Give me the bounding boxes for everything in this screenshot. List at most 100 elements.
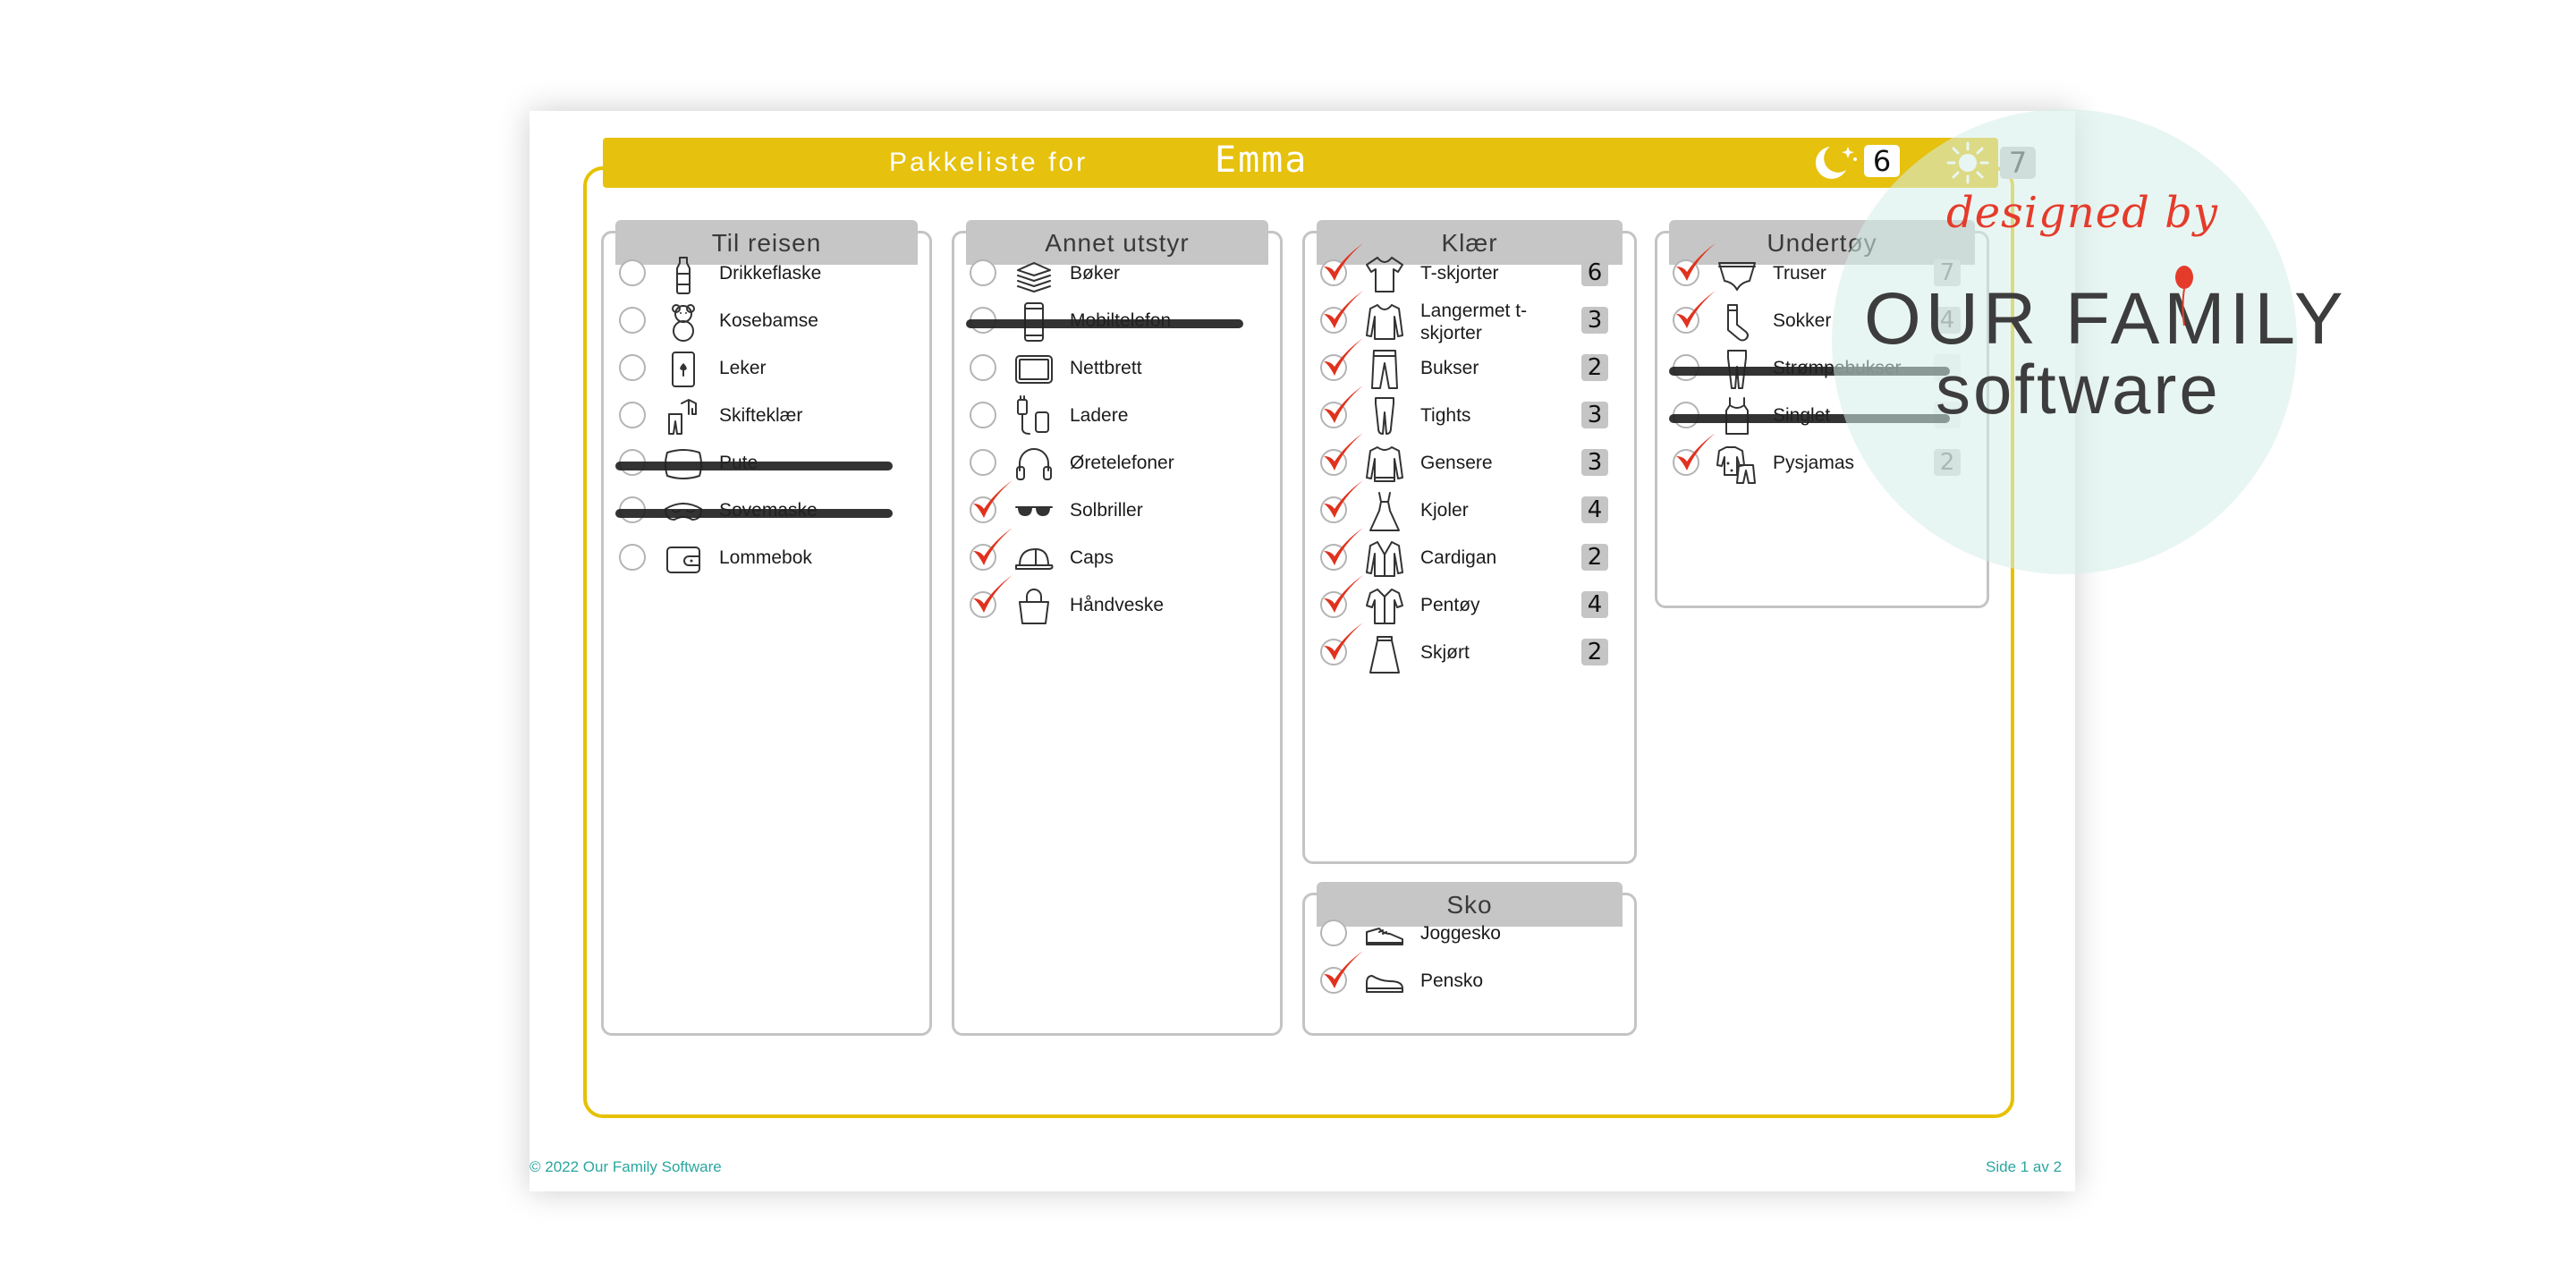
tablet-icon bbox=[1015, 355, 1053, 384]
dress-shoe-icon bbox=[1366, 975, 1403, 993]
checkmark-icon bbox=[1676, 433, 1716, 470]
strikethrough-mark bbox=[615, 462, 893, 470]
item-checkbox[interactable] bbox=[1320, 919, 1347, 946]
item-label: Bukser bbox=[1420, 358, 1479, 378]
list-item[interactable]: Bøker bbox=[962, 252, 1272, 297]
bottle-icon bbox=[676, 257, 691, 294]
long-sleeve-icon bbox=[1366, 304, 1403, 340]
item-label: Leker bbox=[719, 358, 767, 378]
wallet-icon bbox=[666, 547, 700, 573]
quantity-box[interactable]: 2 bbox=[1581, 639, 1608, 665]
item-label: Solbriller bbox=[1070, 500, 1143, 521]
dress-icon bbox=[1369, 492, 1400, 531]
quantity-box[interactable]: 4 bbox=[1581, 496, 1608, 523]
item-label: Joggesko bbox=[1420, 923, 1501, 944]
item-label: Caps bbox=[1070, 547, 1114, 568]
brand-name-line1: OUR FAMILY bbox=[1864, 278, 2348, 360]
banner-title: Pakkeliste for bbox=[889, 148, 1089, 177]
item-checkbox[interactable] bbox=[970, 354, 996, 381]
quantity-box[interactable]: 3 bbox=[1581, 449, 1608, 476]
books-icon bbox=[1017, 262, 1051, 292]
item-label: Pentøy bbox=[1420, 595, 1480, 615]
checkmark-icon bbox=[1324, 575, 1363, 613]
item-label: Håndveske bbox=[1070, 595, 1165, 615]
checkmark-icon bbox=[1324, 480, 1363, 518]
pants-icon bbox=[1371, 350, 1398, 389]
checkmark-icon bbox=[1324, 386, 1363, 423]
quantity-box[interactable]: 2 bbox=[1581, 544, 1608, 571]
designed-by-text: designed by bbox=[1946, 188, 2218, 238]
item-checkbox[interactable] bbox=[970, 259, 996, 286]
item-label: Skjørt bbox=[1420, 642, 1470, 663]
item-checkbox[interactable] bbox=[970, 402, 996, 428]
strikethrough-mark bbox=[966, 319, 1243, 328]
checkmark-icon bbox=[973, 575, 1013, 613]
item-label: Sokker bbox=[1773, 310, 1832, 331]
change-clothes-icon bbox=[668, 399, 697, 435]
list-item[interactable]: Sovemaske bbox=[612, 489, 921, 534]
item-label: Ladere bbox=[1070, 405, 1129, 426]
handbag-icon bbox=[1019, 589, 1049, 624]
item-label: Lommebok bbox=[719, 547, 812, 568]
item-label: Langermet t-skjorter bbox=[1420, 301, 1528, 343]
list-item[interactable]: Skifteklær bbox=[612, 394, 921, 439]
quantity-box[interactable]: 2 bbox=[1581, 354, 1608, 381]
page-number: Side 1 av 2 bbox=[1986, 1158, 2063, 1175]
skirt-icon bbox=[1369, 636, 1400, 674]
checkmark-icon bbox=[1676, 243, 1716, 281]
item-label: Skifteklær bbox=[719, 405, 803, 426]
item-checkbox[interactable] bbox=[619, 402, 646, 428]
item-checkbox[interactable] bbox=[619, 259, 646, 286]
list-item[interactable]: Leker bbox=[612, 347, 921, 392]
item-label: Pensko bbox=[1420, 970, 1484, 991]
item-label: Drikkeflaske bbox=[719, 263, 822, 284]
quantity-box[interactable]: 3 bbox=[1581, 402, 1608, 428]
item-label: Øretelefoner bbox=[1070, 453, 1174, 473]
item-checkbox[interactable] bbox=[619, 354, 646, 381]
quantity-box[interactable]: 3 bbox=[1581, 307, 1608, 334]
cardigan-icon bbox=[1366, 541, 1403, 577]
brand-name-line2: software bbox=[1936, 350, 2221, 428]
checkmark-icon bbox=[1324, 951, 1363, 988]
tshirt-icon bbox=[1366, 257, 1403, 292]
list-item[interactable]: Mobiltelefon bbox=[962, 300, 1272, 344]
item-checkbox[interactable] bbox=[619, 307, 646, 334]
checkmark-icon bbox=[1324, 243, 1363, 281]
list-item[interactable]: Pute bbox=[612, 442, 921, 487]
underpants-icon bbox=[1718, 262, 1756, 291]
checkmark-icon bbox=[1324, 528, 1363, 565]
item-label: Gensere bbox=[1420, 453, 1493, 473]
shirt-icon bbox=[1366, 589, 1403, 624]
header-banner: Pakkeliste for Emma 6 7 bbox=[603, 138, 2036, 188]
list-item[interactable]: Skjørt 2 bbox=[1313, 623, 1626, 676]
list-item[interactable]: Ladere bbox=[962, 394, 1272, 439]
item-label: Tights bbox=[1420, 405, 1471, 426]
list-item[interactable]: Drikkeflaske bbox=[612, 252, 921, 297]
moon-stars-icon bbox=[1815, 147, 1857, 179]
quantity-box[interactable]: 6 bbox=[1581, 259, 1608, 286]
item-label: Truser bbox=[1773, 263, 1826, 284]
cap-icon bbox=[1015, 548, 1054, 570]
socks-icon bbox=[1727, 304, 1749, 342]
headphones-icon bbox=[1016, 448, 1052, 480]
list-item[interactable]: Lommebok bbox=[612, 537, 921, 581]
item-checkbox[interactable] bbox=[970, 449, 996, 476]
nights-count[interactable]: 6 bbox=[1864, 145, 1900, 177]
item-label: Bøker bbox=[1070, 263, 1121, 284]
quantity-box[interactable]: 4 bbox=[1581, 591, 1608, 618]
list-item[interactable]: Håndveske bbox=[962, 575, 1272, 629]
list-item[interactable]: Pensko bbox=[1313, 951, 1626, 1004]
checkmark-icon bbox=[973, 480, 1013, 518]
checkmark-icon bbox=[1324, 623, 1363, 660]
item-checkbox[interactable] bbox=[619, 544, 646, 571]
item-label: Cardigan bbox=[1420, 547, 1497, 568]
item-label: T-skjorter bbox=[1420, 263, 1499, 284]
list-item[interactable]: Nettbrett bbox=[962, 347, 1272, 392]
tights-icon bbox=[1375, 397, 1394, 435]
item-label: Nettbrett bbox=[1070, 358, 1142, 378]
balloon-icon bbox=[2175, 266, 2193, 326]
traveler-name[interactable]: Emma bbox=[1215, 138, 1308, 182]
checkmark-icon bbox=[1324, 433, 1363, 470]
list-item[interactable]: Kosebamse bbox=[612, 300, 921, 344]
sunglasses-icon bbox=[1015, 506, 1053, 516]
